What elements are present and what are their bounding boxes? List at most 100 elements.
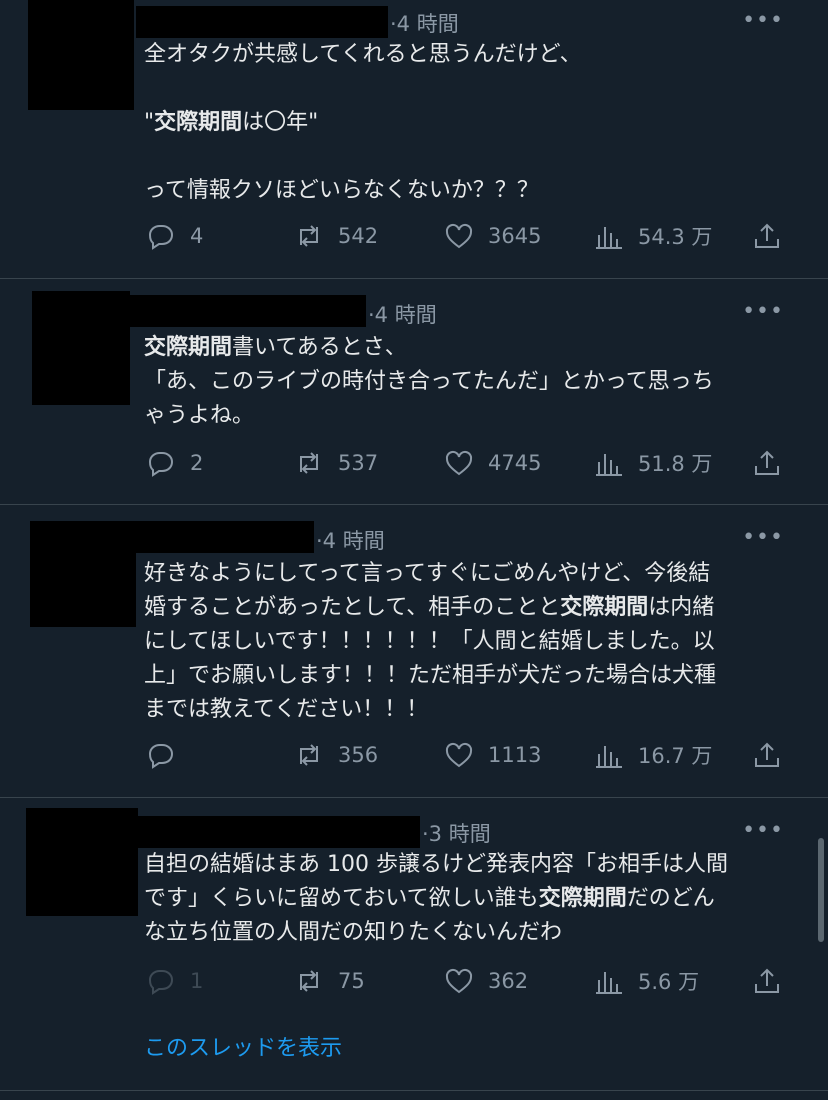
more-icon[interactable]: ••• — [742, 8, 784, 33]
redacted-username[interactable] — [128, 295, 366, 327]
reply-count: 4 — [190, 224, 204, 248]
redacted-username[interactable] — [136, 6, 388, 38]
retweet-button[interactable]: 75 — [292, 963, 365, 999]
avatar[interactable] — [32, 291, 130, 405]
reply-count: 2 — [190, 451, 204, 475]
tweet-line: にしてほしいです！！！！！！「人間と結婚しました。以 — [144, 625, 794, 659]
redacted-username[interactable] — [130, 521, 314, 553]
retweet-count: 542 — [338, 224, 379, 248]
avatar[interactable] — [26, 808, 138, 916]
like-button[interactable]: 362 — [442, 963, 528, 999]
reply-button[interactable]: 1 — [144, 963, 203, 999]
avatar[interactable] — [28, 0, 134, 110]
views-count: 54.3 万 — [638, 225, 713, 249]
views-button[interactable]: 16.7 万 — [592, 737, 712, 773]
tweet-line: ゃうよね。 — [144, 399, 794, 433]
tweet-line: 上」でお願いします！！！ただ相手が犬だった場合は犬種 — [144, 659, 794, 693]
scrollbar[interactable] — [818, 838, 824, 942]
text-segment: にしてほしいです！！！！！！「人間と結婚しました。以 — [144, 629, 715, 654]
tweet[interactable]: ·4 時間 ••• 全オタクが共感してくれると思うんだけど、 "交際期間は〇年"… — [0, 0, 828, 278]
share-button[interactable] — [750, 963, 784, 999]
avatar[interactable] — [30, 521, 136, 627]
like-count: 1113 — [488, 743, 542, 767]
tweet-text: 好きなようにしてって言ってすぐにごめんやけど、今後結婚することがあったとして、相… — [144, 557, 794, 727]
tweet[interactable]: ·3 時間 ••• 自担の結婚はまあ 100 歩譲るけど発表内容「お相手は人間で… — [0, 798, 828, 1090]
tweet-line: 交際期間書いてあるとさ、 — [144, 331, 794, 365]
views-icon — [596, 227, 622, 249]
text-segment: 好きなようにしてって言ってすぐにごめんやけど、今後結 — [144, 561, 711, 586]
reply-button[interactable] — [144, 737, 190, 773]
timestamp[interactable]: ·3 時間 — [422, 818, 491, 848]
tweet-line: までは教えてください！！！ — [144, 693, 794, 727]
tweet-line: 好きなようにしてって言ってすぐにごめんやけど、今後結 — [144, 557, 794, 591]
highlighted-term: 交際期間 — [144, 335, 233, 360]
like-icon — [445, 742, 473, 768]
action-bar: 4 542 3645 54.3 万 — [144, 218, 794, 254]
tweet-line: な立ち位置の人間だの知りたくないんだわ — [144, 916, 794, 950]
share-button[interactable] — [750, 218, 784, 254]
views-button[interactable]: 51.8 万 — [592, 445, 712, 481]
reply-icon — [148, 970, 174, 995]
text-segment: 全オタクが共感してくれると思うんだけど、 — [144, 42, 582, 67]
action-bar: 1 75 362 5.6 万 — [144, 963, 794, 999]
retweet-count: 537 — [338, 451, 379, 475]
reply-icon — [148, 744, 174, 769]
text-segment: 自担の結婚はまあ 100 歩譲るけど発表内容「お相手は人間 — [144, 852, 728, 877]
highlighted-term: 交際期間 — [538, 886, 627, 911]
reply-button[interactable]: 4 — [144, 218, 203, 254]
text-segment: だのどん — [626, 886, 715, 911]
text-segment: って情報クソほどいらなくないか？？？ — [144, 178, 539, 203]
like-icon — [445, 450, 473, 476]
text-segment: までは教えてください！！！ — [144, 697, 429, 722]
tweet-line: "交際期間は〇年" — [144, 106, 794, 140]
tweet-line: です」くらいに留めておいて欲しい誰も交際期間だのどん — [144, 882, 794, 916]
redacted-username[interactable] — [136, 816, 420, 848]
share-icon — [755, 742, 779, 767]
views-count: 5.6 万 — [638, 970, 700, 994]
like-button[interactable]: 1113 — [442, 737, 541, 773]
views-icon — [596, 746, 622, 768]
views-icon — [596, 454, 622, 476]
views-icon — [596, 972, 622, 994]
retweet-button[interactable]: 542 — [292, 218, 378, 254]
text-segment: な立ち位置の人間だの知りたくないんだわ — [144, 920, 563, 945]
like-button[interactable]: 3645 — [442, 218, 541, 254]
tweet-line: 「あ、このライブの時付き合ってたんだ」とかって思っち — [144, 365, 794, 399]
like-button[interactable]: 4745 — [442, 445, 541, 481]
reply-count: 1 — [190, 969, 204, 993]
timestamp[interactable]: ·4 時間 — [368, 299, 437, 329]
like-icon — [445, 968, 473, 994]
show-thread-link[interactable]: このスレッドを表示 — [144, 1030, 342, 1062]
share-icon — [755, 223, 779, 248]
tweet-line: 全オタクが共感してくれると思うんだけど、 — [144, 38, 794, 72]
timestamp[interactable]: ·4 時間 — [316, 525, 385, 555]
highlighted-term: 交際期間 — [560, 595, 649, 620]
more-icon[interactable]: ••• — [742, 818, 784, 843]
more-icon[interactable]: ••• — [742, 299, 784, 324]
share-button[interactable] — [750, 737, 784, 773]
views-button[interactable]: 5.6 万 — [592, 963, 699, 999]
views-count: 51.8 万 — [638, 452, 713, 476]
share-button[interactable] — [750, 445, 784, 481]
tweet[interactable]: ·4 時間 ••• 交際期間書いてあるとさ、 「あ、このライブの時付き合ってたんだ… — [0, 279, 828, 504]
tweet-line: 婚することがあったとして、相手のことと交際期間は内緒 — [144, 591, 794, 625]
tweet[interactable]: ·4 時間 ••• 好きなようにしてって言ってすぐにごめんやけど、今後結婚するこ… — [0, 505, 828, 797]
tweet-line — [144, 72, 794, 106]
text-segment: 上」でお願いします！！！ただ相手が犬だった場合は犬種 — [144, 663, 717, 688]
tweet-text: 交際期間書いてあるとさ、 「あ、このライブの時付き合ってたんだ」とかって思っちゃう… — [144, 331, 794, 433]
retweet-count: 356 — [338, 743, 379, 767]
reply-icon — [148, 452, 174, 477]
retweet-button[interactable]: 356 — [292, 737, 378, 773]
retweet-count: 75 — [338, 969, 365, 993]
retweet-button[interactable]: 537 — [292, 445, 378, 481]
tweet-text: 全オタクが共感してくれると思うんだけど、 "交際期間は〇年" って情報クソほどい… — [144, 38, 794, 208]
highlighted-term: 交際期間 — [154, 110, 243, 135]
action-bar: 2 537 4745 51.8 万 — [144, 445, 794, 481]
like-icon — [445, 223, 473, 249]
reply-button[interactable]: 2 — [144, 445, 203, 481]
retweet-icon — [300, 744, 318, 766]
timestamp[interactable]: ·4 時間 — [390, 8, 459, 38]
text-segment: ゃうよね。 — [144, 403, 255, 428]
more-icon[interactable]: ••• — [742, 525, 784, 550]
views-button[interactable]: 54.3 万 — [592, 218, 712, 254]
